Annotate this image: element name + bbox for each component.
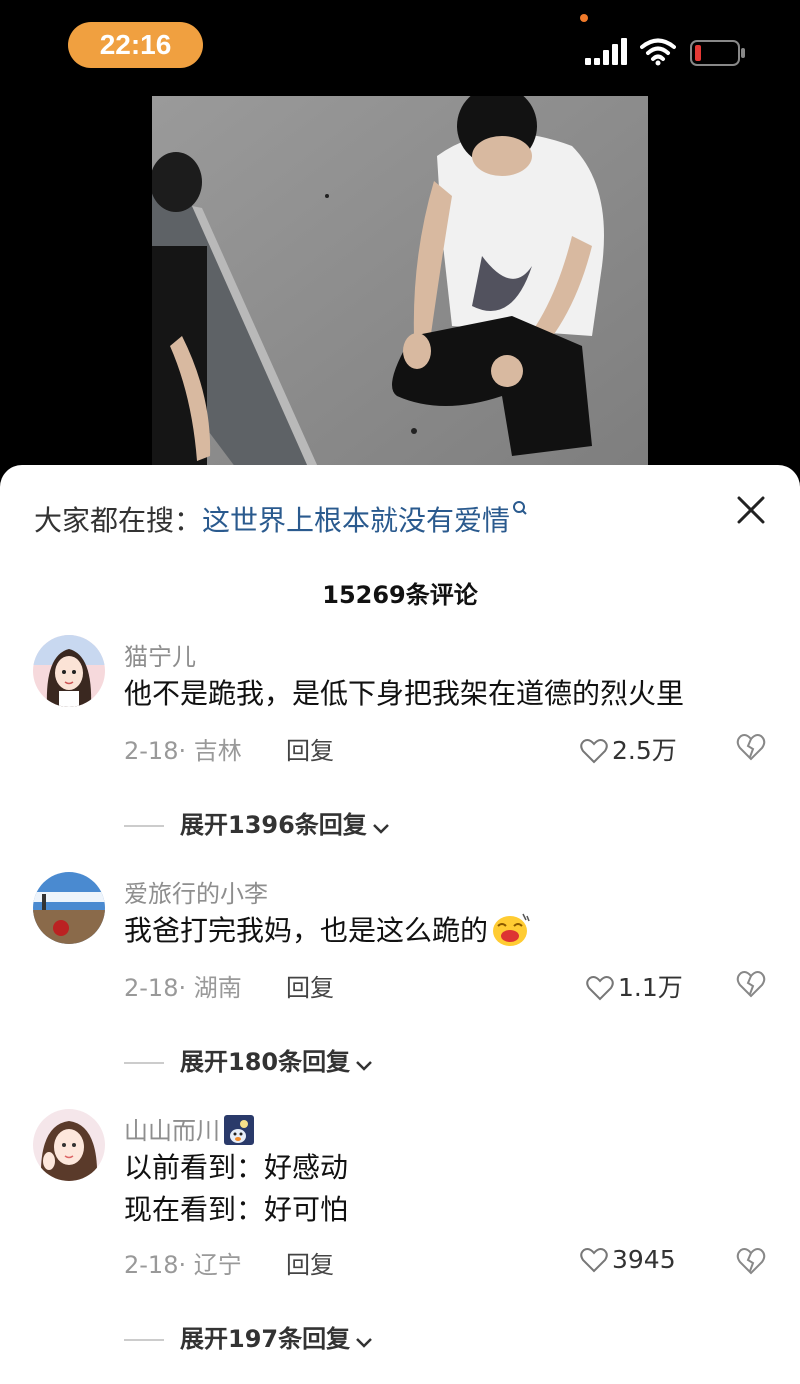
comment-text: 他不是跪我，是低下身把我架在道德的烈火里 (124, 677, 685, 710)
expand-replies-button[interactable]: 展开180条回复 (124, 1042, 374, 1077)
reply-button[interactable]: 回复 (286, 968, 334, 1003)
comment-username[interactable]: 山山而川 (124, 1117, 220, 1145)
heart-outline-icon (580, 1248, 608, 1273)
heart-outline-icon (586, 976, 614, 1001)
comment-meta: 2-18· 辽宁 (124, 1251, 242, 1279)
search-icon (513, 501, 527, 515)
avatar[interactable] (33, 872, 105, 944)
divider-line (124, 825, 164, 827)
expand-replies-label: 展开1396条回复 (180, 811, 367, 839)
comment-location: 吉林 (193, 737, 242, 765)
wifi-icon (640, 38, 676, 66)
cellular-signal-icon (585, 38, 627, 65)
comment-meta: 2-18· 湖南 (124, 974, 242, 1002)
comment-date: 2-18 (124, 737, 179, 765)
like-count: 2.5万 (612, 736, 677, 765)
comment-text: 以前看到：好感动 现在看到：好可怕 (124, 1147, 348, 1231)
divider-line (124, 1339, 164, 1341)
comment-text-row: 我爸打完我妈，也是这么跪的 (124, 910, 530, 952)
comment-text: 我爸打完我妈，也是这么跪的 (124, 914, 489, 947)
comment-location: 辽宁 (193, 1251, 242, 1279)
comment-username-row: 山山而川 (124, 1111, 254, 1146)
comment-username[interactable]: 猫宁儿 (124, 637, 196, 672)
divider-line (124, 1062, 164, 1064)
chevron-down-icon (356, 1061, 372, 1071)
expand-replies-label: 展开197条回复 (180, 1325, 351, 1353)
reply-button[interactable]: 回复 (286, 731, 334, 766)
comment-username[interactable]: 爱旅行的小李 (124, 874, 268, 909)
trending-search-prefix: 大家都在搜： (34, 504, 203, 537)
close-icon[interactable] (734, 493, 768, 527)
avatar[interactable] (33, 635, 105, 707)
video-player[interactable] (152, 96, 648, 476)
battery-low-icon (690, 40, 745, 66)
status-time: 22:16 (68, 22, 203, 68)
like-button[interactable]: 3945 (580, 1245, 676, 1274)
user-badge-icon (224, 1115, 254, 1145)
comment-meta: 2-18· 吉林 (124, 737, 242, 765)
privacy-indicator-dot (580, 14, 588, 22)
comment-date: 2-18 (124, 974, 179, 1002)
comment-location: 湖南 (193, 974, 242, 1002)
chevron-down-icon (356, 1338, 372, 1348)
reply-button[interactable]: 回复 (286, 1245, 334, 1280)
crying-face-emoji-icon (493, 913, 530, 946)
comment-sheet: 大家都在搜：这世界上根本就没有爱情 15269条评论 猫宁儿 他不是跪我，是低下… (0, 465, 800, 1384)
broken-heart-icon[interactable] (736, 970, 766, 998)
status-bar: 22:16 (0, 0, 800, 90)
expand-replies-button[interactable]: 展开197条回复 (124, 1319, 374, 1354)
broken-heart-icon[interactable] (736, 733, 766, 761)
expand-replies-label: 展开180条回复 (180, 1048, 351, 1076)
like-button[interactable]: 2.5万 (580, 731, 677, 767)
comment-count-title: 15269条评论 (322, 581, 478, 609)
avatar[interactable] (33, 1109, 105, 1181)
like-count: 3945 (612, 1245, 676, 1274)
heart-outline-icon (580, 739, 608, 764)
comment-text-line: 以前看到：好感动 (124, 1151, 349, 1184)
comment-date: 2-18 (124, 1251, 179, 1279)
like-button[interactable]: 1.1万 (586, 968, 683, 1004)
like-count: 1.1万 (618, 973, 683, 1002)
trending-search-link[interactable]: 这世界上根本就没有爱情 (202, 504, 510, 537)
comment-text-line: 现在看到：好可怕 (124, 1193, 349, 1226)
broken-heart-icon[interactable] (736, 1247, 766, 1275)
expand-replies-button[interactable]: 展开1396条回复 (124, 805, 391, 840)
video-frame-image (152, 96, 648, 476)
trending-search-bar: 大家都在搜：这世界上根本就没有爱情 (34, 499, 528, 539)
chevron-down-icon (372, 824, 389, 834)
